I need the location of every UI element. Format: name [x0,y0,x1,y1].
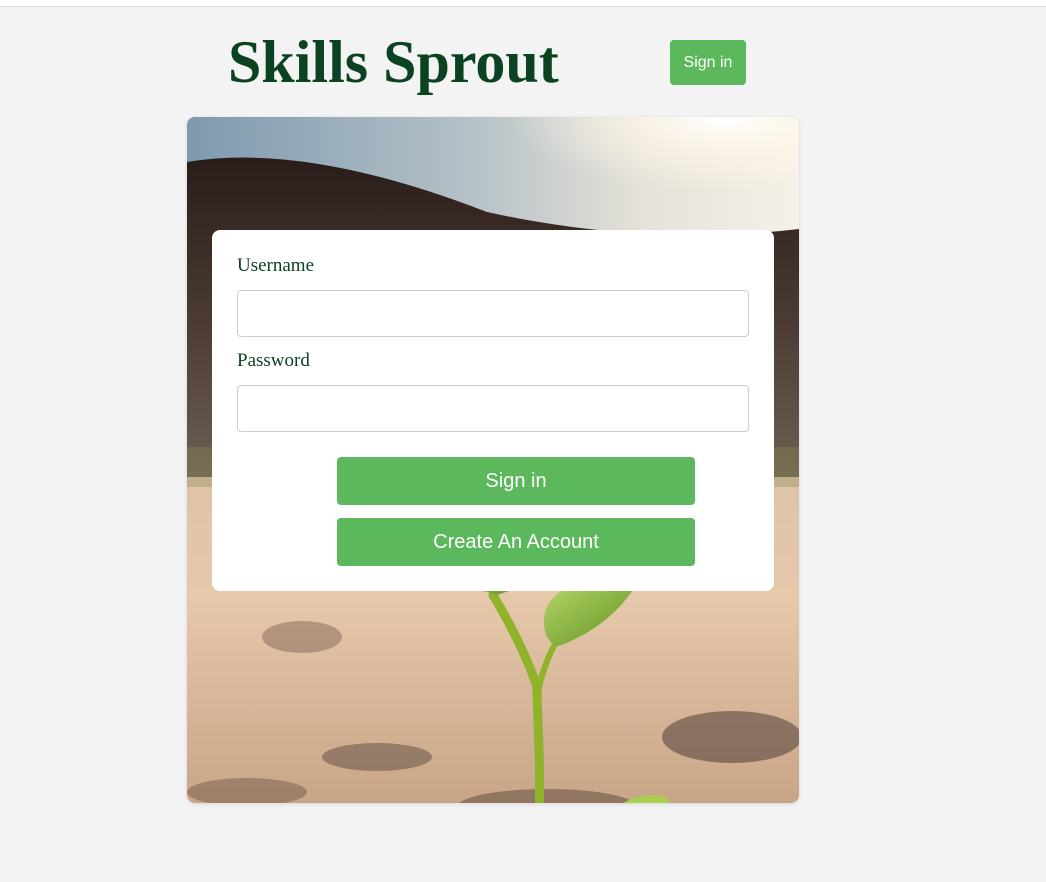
create-account-button[interactable]: Create An Account [337,518,695,566]
login-card: Username Password Sign in Create An Acco… [212,230,774,591]
browser-top-divider [0,0,1046,7]
signin-button[interactable]: Sign in [337,457,695,505]
password-label: Password [237,350,310,371]
username-label: Username [237,255,315,276]
password-input[interactable] [237,385,749,432]
site-title: Skills Sprout [228,29,559,95]
header-signin-button[interactable]: Sign in [670,40,746,85]
username-input[interactable] [237,290,749,337]
